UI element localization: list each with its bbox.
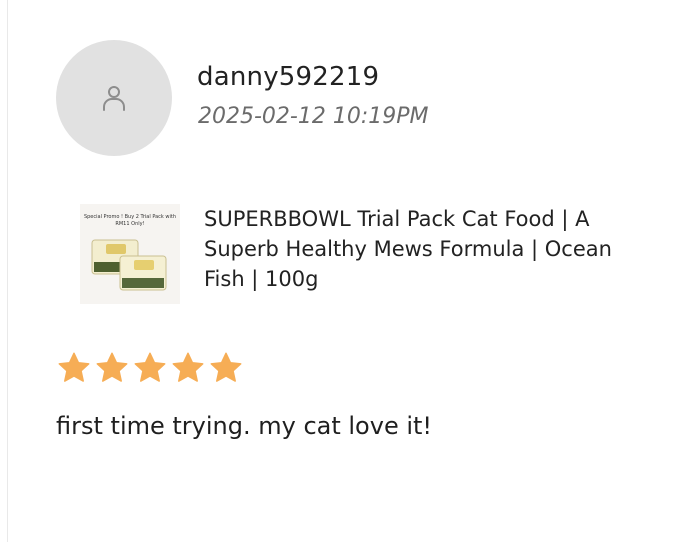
star-icon (56, 350, 92, 386)
product-link[interactable]: Special Promo ! Buy 2 Trial Pack with RM… (80, 204, 620, 304)
product-thumbnail[interactable]: Special Promo ! Buy 2 Trial Pack with RM… (80, 204, 180, 304)
star-icon (208, 350, 244, 386)
review-timestamp: 2025-02-12 10:19PM (198, 104, 429, 129)
star-rating (56, 350, 244, 386)
star-icon (132, 350, 168, 386)
reviewer-username: danny592219 (197, 62, 380, 92)
star-icon (170, 350, 206, 386)
product-name[interactable]: SUPERBBOWL Trial Pack Cat Food | A Super… (204, 204, 620, 294)
avatar (56, 40, 172, 156)
cat-food-pack-image (91, 239, 167, 291)
star-icon (94, 350, 130, 386)
divider (7, 0, 8, 542)
review-text: first time trying. my cat love it! (56, 412, 433, 440)
user-icon (103, 86, 125, 111)
